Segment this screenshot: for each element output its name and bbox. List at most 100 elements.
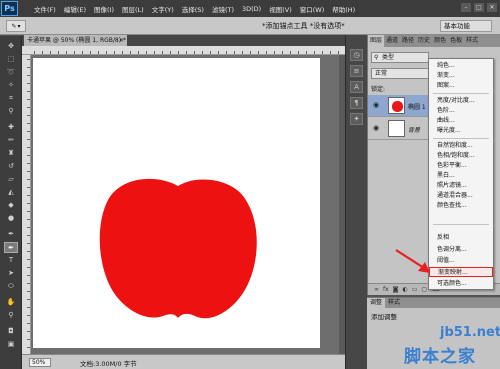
menu-item-curves[interactable]: 曲线... (429, 116, 493, 126)
screen-mode-icon[interactable]: ▣ (4, 339, 18, 350)
eraser-tool-icon[interactable]: ▱ (4, 174, 18, 185)
menu-item-exposure[interactable]: 曝光度... (429, 126, 493, 136)
menu-item-photo-filter[interactable]: 照片滤镜... (429, 181, 493, 191)
ruler-tick (27, 283, 30, 284)
healing-tool-icon[interactable]: ✚ (4, 122, 18, 133)
menu-item-color-lookup[interactable]: 颜色查找... (429, 201, 493, 211)
menu-item-invert[interactable]: 反相 (429, 233, 493, 243)
menu-select[interactable]: 选择(S) (178, 4, 208, 14)
ruler-tick (27, 235, 30, 236)
close-icon[interactable]: × (119, 35, 124, 46)
path-select-tool-icon[interactable]: ➤ (4, 268, 18, 279)
document-canvas[interactable] (33, 58, 320, 348)
menu-image[interactable]: 图像(I) (90, 4, 118, 14)
quick-select-tool-icon[interactable]: ✧ (4, 80, 18, 91)
ruler-tick (27, 251, 30, 252)
menu-item-vibrance[interactable]: 自然饱和度... (429, 141, 493, 151)
menu-file[interactable]: 文件(F) (30, 4, 60, 14)
watermark-site: jb51.net (440, 325, 500, 340)
lasso-tool-icon[interactable]: ➰ (4, 67, 18, 78)
menu-item-channel-mixer[interactable]: 通道混合器... (429, 191, 493, 201)
tab-paths[interactable]: 路径 (400, 35, 416, 47)
workspace-select[interactable]: 基本功能 (440, 20, 492, 32)
menu-item-pattern[interactable]: 图案... (429, 81, 493, 91)
menu-layer[interactable]: 图层(L) (118, 4, 148, 14)
dodge-tool-icon[interactable]: ● (4, 213, 18, 224)
menu-3d[interactable]: 3D(D) (238, 5, 265, 13)
tab-styles[interactable]: 样式 (464, 35, 480, 47)
ruler-tick (27, 75, 30, 76)
menu-item-threshold[interactable]: 阈值... (429, 256, 493, 266)
hand-tool-icon[interactable]: ✋ (4, 297, 18, 308)
adjustment-icon[interactable]: ◐ (403, 286, 408, 293)
menu-item-levels[interactable]: 色阶... (429, 106, 493, 116)
mask-icon[interactable]: ◙ (393, 286, 399, 293)
menu-item-brightness-contrast[interactable]: 亮度/对比度... (429, 96, 493, 106)
quick-mask-icon[interactable]: ◘ (4, 326, 18, 337)
ruler-tick (170, 51, 171, 54)
pen-tool-icon[interactable]: ✒ (4, 229, 18, 240)
document-tab[interactable]: 卡通苹果 @ 50% (椭圆 1, RGB/8) * × (24, 35, 127, 46)
tab-color[interactable]: 颜色 (432, 35, 448, 47)
tab-channels[interactable]: 通道 (384, 35, 400, 47)
eye-icon[interactable]: ◉ (373, 124, 382, 133)
crop-tool-icon[interactable]: ⌗ (4, 93, 18, 104)
blend-mode-select[interactable]: 正常 (371, 68, 429, 79)
menu-view[interactable]: 视图(V) (265, 4, 296, 14)
menu-type[interactable]: 文字(Y) (148, 4, 178, 14)
menu-window[interactable]: 窗口(W) (296, 4, 329, 14)
properties-icon[interactable]: ≡ (350, 65, 363, 77)
tab-styles[interactable]: 样式 (385, 298, 403, 308)
apple-shape[interactable] (97, 176, 259, 326)
eye-icon[interactable]: ◉ (373, 101, 382, 110)
type-tool-icon[interactable]: T (4, 255, 18, 266)
menu-item-color-balance[interactable]: 色彩平衡... (429, 161, 493, 171)
brush-tool-icon[interactable]: ✏ (4, 135, 18, 146)
brush-presets-icon[interactable]: ✦ (350, 113, 363, 125)
menu-item-posterize[interactable]: 色调分离... (429, 245, 493, 255)
layer-row[interactable]: ◉ 背景 (368, 118, 430, 140)
folder-icon[interactable]: ▭ (412, 286, 418, 293)
menu-item-black-white[interactable]: 黑白... (429, 171, 493, 181)
menu-item-gradient[interactable]: 渐变... (429, 71, 493, 81)
move-tool-icon[interactable]: ✥ (4, 41, 18, 52)
layer-row[interactable]: ◉ 椭圆 1 (368, 95, 430, 117)
zoom-tool-icon[interactable]: ⚲ (4, 310, 18, 321)
ruler-tick (66, 51, 67, 54)
character-icon[interactable]: A (350, 81, 363, 93)
zoom-level-field[interactable]: 50% (29, 358, 51, 367)
maximize-button[interactable]: □ (474, 3, 484, 12)
tab-swatches[interactable]: 色板 (448, 35, 464, 47)
close-button[interactable]: ✕ (487, 3, 497, 12)
ruler-tick (258, 51, 259, 54)
tab-history[interactable]: 历史 (416, 35, 432, 47)
fx-icon[interactable]: fx (383, 286, 389, 293)
marquee-tool-icon[interactable]: ⬚ (4, 54, 18, 65)
blur-tool-icon[interactable]: ◆ (4, 200, 18, 211)
ruler-tick (27, 91, 30, 92)
link-icon[interactable]: ∞ (374, 286, 379, 293)
layer-filter-select[interactable]: ⚲ 类型 (371, 52, 429, 63)
layer-name: 椭圆 1 (408, 104, 426, 111)
menu-item-selective-color[interactable]: 可选颜色... (429, 279, 493, 289)
paragraph-icon[interactable]: ¶ (350, 97, 363, 109)
new-layer-icon[interactable]: ▢ (421, 286, 427, 293)
tab-adjustments[interactable]: 调整 (367, 298, 386, 308)
menu-edit[interactable]: 编辑(E) (60, 4, 90, 14)
tab-layers[interactable]: 图层 (368, 35, 385, 47)
ellipse-tool-icon[interactable]: ⬭ (4, 281, 18, 292)
menu-help[interactable]: 帮助(H) (328, 4, 359, 14)
menu-item-gradient-map[interactable]: 渐变映射... (429, 267, 493, 277)
menu-item-hue-saturation[interactable]: 色相/饱和度... (429, 151, 493, 161)
tool-preset-picker[interactable]: ✎ ▾ (6, 20, 26, 32)
history-icon[interactable]: ◷ (350, 49, 363, 61)
stamp-tool-icon[interactable]: ♜ (4, 148, 18, 159)
document-info[interactable]: 文档:3.00M/0 字节 (80, 358, 137, 368)
menu-item-solid-color[interactable]: 纯色... (429, 61, 493, 71)
menu-filter[interactable]: 滤镜(T) (208, 4, 238, 14)
eyedropper-tool-icon[interactable]: ⚲ (4, 106, 18, 117)
add-anchor-tool-icon[interactable]: ✒ (4, 242, 18, 253)
paint-bucket-tool-icon[interactable]: ◭ (4, 187, 18, 198)
minimize-button[interactable]: – (461, 3, 471, 12)
history-brush-tool-icon[interactable]: ↺ (4, 161, 18, 172)
